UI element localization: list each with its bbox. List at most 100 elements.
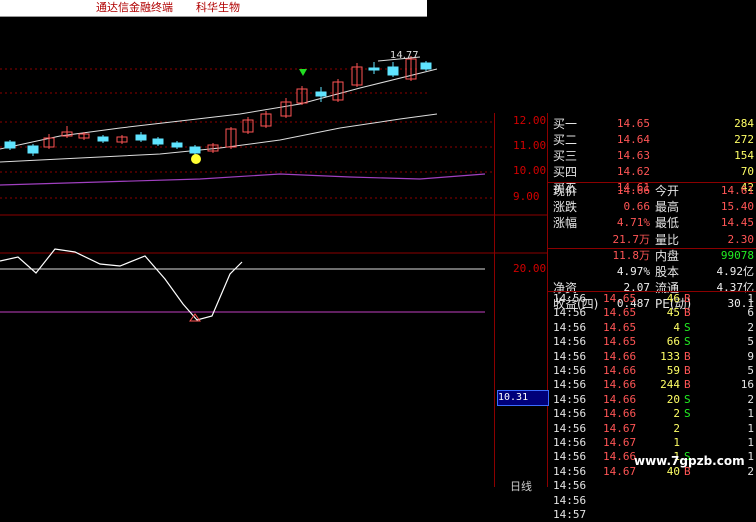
trade-count: 5 [747, 364, 754, 377]
trade-count: 1 [747, 421, 754, 435]
trade-count: 9 [747, 349, 754, 363]
divider [548, 248, 756, 249]
trade-side: B [684, 349, 691, 363]
trade-time: 14:56 [553, 335, 587, 349]
order-book-row: 买三 14.63 154 [551, 148, 756, 164]
ma-line [0, 113, 438, 163]
candle-body [171, 142, 183, 148]
stat-label: 涨跌 [553, 200, 578, 215]
stat-label: 最高 [655, 200, 680, 215]
trade-price: 14.66 [603, 392, 637, 406]
y-tick-label: 11.00 [513, 139, 547, 152]
y-tick-label: 10.00 [513, 164, 547, 177]
stat-row: 4.97% 股本 4.92亿 [551, 264, 756, 280]
stat-value: 4.97% [616, 265, 650, 278]
tick-trade-row: 14:56 14.66 2 S 1 [551, 406, 756, 421]
stat-value: 14.61 [720, 184, 754, 197]
order-volume: 154 [734, 149, 754, 162]
tick-trade-row: 14:56 14.65 4 S 2 [551, 320, 756, 335]
trade-time: 14:56 [553, 364, 587, 377]
ma-line [0, 68, 438, 150]
window-title-bar: 通达信金融终端 科华生物 [0, 0, 427, 17]
order-price: 14.63 [616, 149, 650, 162]
stat-value: 14.66 [616, 184, 650, 197]
order-price: 14.64 [616, 133, 650, 146]
tick-trade-row: 14:56 14.66 244 B 16 [551, 377, 756, 392]
trade-side: B [684, 378, 691, 392]
order-volume: 272 [734, 133, 754, 146]
trade-count: 2 [747, 392, 754, 406]
order-level-label: 买三 [553, 149, 578, 163]
order-level-label: 买二 [553, 133, 578, 147]
trade-price: 14.66 [603, 349, 637, 363]
stat-value: 2.30 [727, 232, 755, 246]
trade-volume: 133 [660, 349, 680, 363]
axis-separator [547, 113, 548, 487]
signal-dot-icon [191, 154, 201, 164]
tick-trade-row: 14:56 14.65 46 B 1 [551, 291, 756, 306]
indicator-tick-label: 20.00 [513, 262, 547, 275]
tick-trade-row: 14:56 14.66 20 S 2 [551, 392, 756, 407]
trade-volume: 20 [666, 392, 680, 406]
trade-price: 14.66 [603, 364, 637, 377]
order-book-row: 买二 14.64 272 [551, 132, 756, 148]
trade-time: 14:56 [553, 436, 587, 449]
trade-volume: 59 [666, 364, 680, 377]
trade-count: 1 [747, 292, 754, 305]
trade-price: 14.65 [603, 292, 637, 305]
kline-chart[interactable]: 14.77 [0, 16, 548, 487]
y-tick-label: 9.00 [513, 190, 540, 203]
trade-count: 6 [747, 306, 754, 320]
trade-time: 14:56 [553, 407, 587, 421]
trade-price: 14.65 [603, 335, 637, 349]
tick-trade-row: 14:56 14.65 66 S 5 [551, 334, 756, 349]
candle-body [315, 91, 327, 97]
stat-value: 11.8万 [612, 248, 651, 262]
tick-trade-row: 14:56 14.65 45 B 6 [551, 305, 756, 320]
candle-body [420, 62, 432, 70]
trade-volume: 1 [673, 436, 680, 449]
period-label[interactable]: 日线 [510, 478, 532, 494]
trade-side: S [684, 392, 691, 406]
trade-price: 14.65 [603, 320, 637, 334]
trade-side: S [684, 320, 691, 334]
tick-trade-row: 14:56 14.66 59 B 5 [551, 363, 756, 378]
order-volume: 70 [740, 165, 754, 178]
trade-price: 14.67 [603, 464, 637, 478]
candle-body [4, 141, 16, 149]
tick-trade-row: 14:57 [551, 507, 756, 522]
trade-time: 14:57 [553, 508, 587, 521]
trade-price: 14.66 [603, 450, 637, 464]
stat-value: 15.40 [720, 200, 754, 214]
stat-label: 内盘 [655, 248, 680, 263]
tick-trade-row: 14:56 [551, 493, 756, 508]
stat-label: 现价 [553, 184, 578, 198]
trade-volume: 2 [673, 407, 680, 421]
trade-price: 14.65 [603, 306, 637, 320]
trade-count: 1 [747, 450, 754, 464]
y-axis-line [494, 113, 495, 487]
stat-label: 最低 [655, 216, 680, 231]
stat-row: 11.8万 内盘 99078 [551, 248, 756, 264]
crosshair-value-box: 10.31 [497, 390, 549, 406]
candle-body [97, 136, 109, 142]
trade-time: 14:56 [553, 292, 587, 305]
stat-value: 0.66 [623, 200, 651, 214]
divider [548, 291, 756, 292]
trade-count: 1 [747, 436, 754, 449]
stat-row: 现价 14.66 今开 14.61 [551, 183, 756, 199]
stat-label: 量比 [655, 232, 680, 247]
order-volume: 284 [734, 117, 754, 130]
candle-body [189, 146, 201, 154]
trade-time: 14:56 [553, 392, 587, 406]
trade-count: 2 [747, 320, 754, 334]
trade-side: S [684, 407, 691, 421]
candle-body [368, 67, 380, 71]
candle-body [152, 138, 164, 145]
trade-volume: 66 [666, 335, 680, 349]
order-book-row: 买四 14.62 70 [551, 164, 756, 180]
stat-row: 涨跌 0.66 最高 15.40 [551, 199, 756, 215]
trade-price: 14.66 [603, 378, 637, 392]
trade-time: 14:56 [553, 378, 587, 392]
trade-volume: 46 [666, 292, 680, 305]
